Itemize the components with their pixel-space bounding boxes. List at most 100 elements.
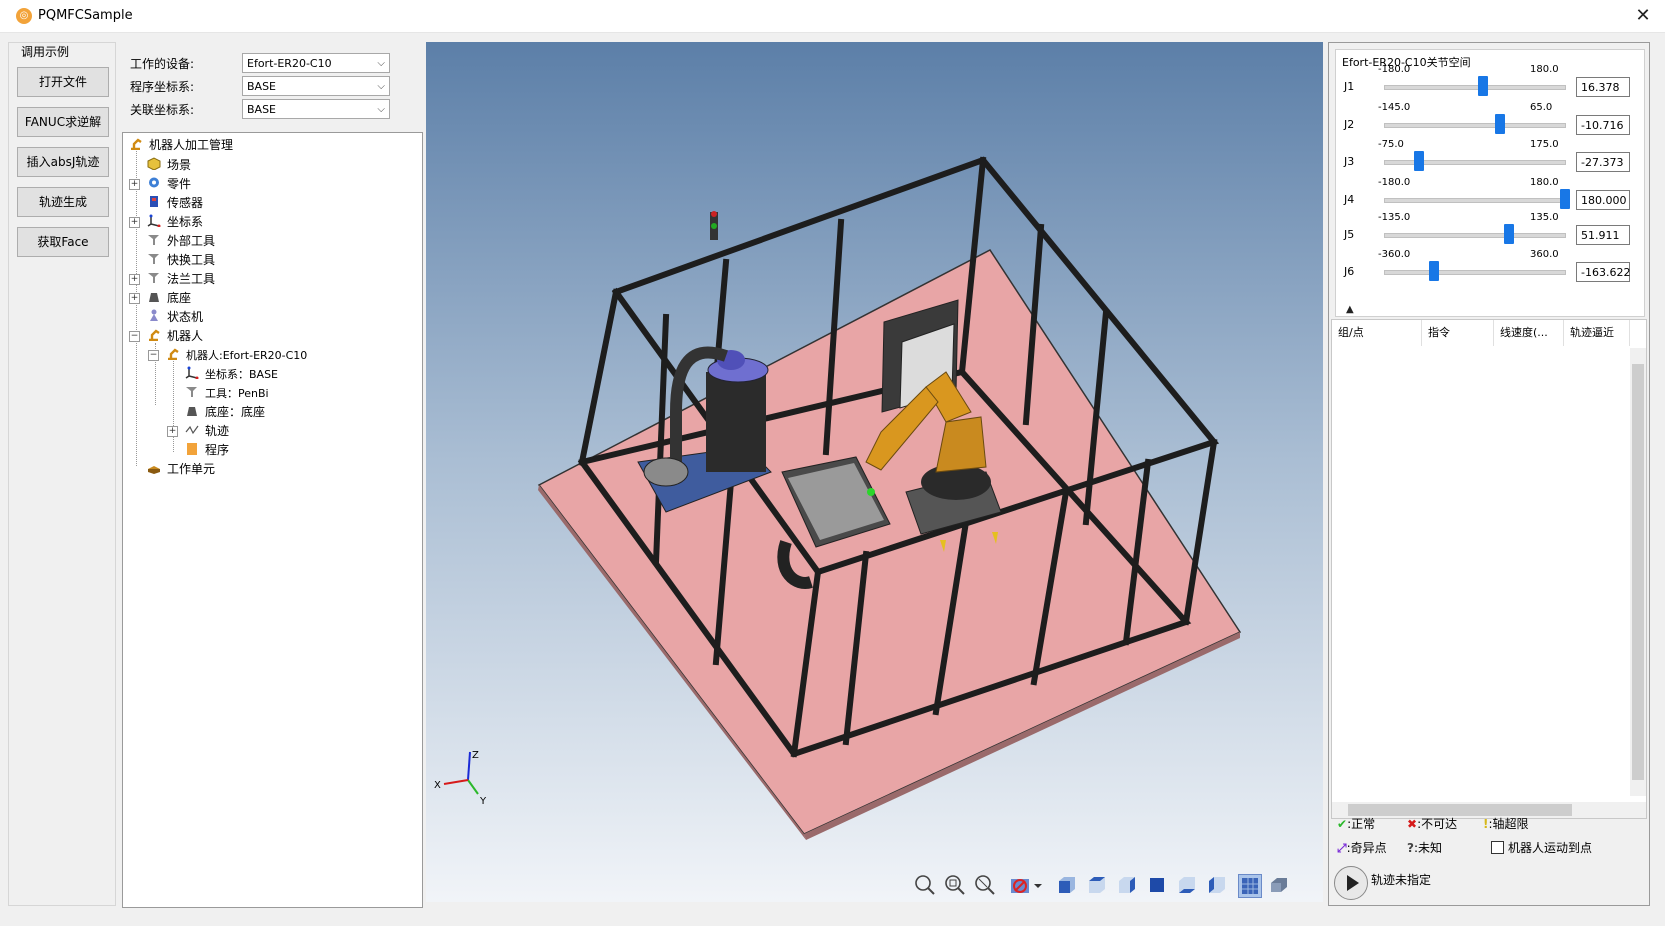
joint-value-input[interactable]: 16.378 xyxy=(1576,77,1630,97)
slider-thumb[interactable] xyxy=(1560,189,1570,209)
tree-item-robot-tool[interactable]: 工具：PenBi xyxy=(185,383,269,403)
joint-min-label: -135.0 xyxy=(1378,212,1411,223)
program-frame-select[interactable]: BASE ⌵ xyxy=(242,76,390,96)
tree-item-label: 法兰工具 xyxy=(167,272,216,286)
right-panel: Efort-ER20-C10关节空间 -180.0 180.0 J1 16.378 -1… xyxy=(1328,42,1650,906)
tree-item-sensor[interactable]: 传感器 xyxy=(147,193,203,213)
open-file-button[interactable]: 打开文件 xyxy=(17,67,109,97)
tree-item-path[interactable]: + 轨迹 xyxy=(167,421,229,441)
tree-item-external-tool[interactable]: 外部工具 xyxy=(147,231,215,251)
play-icon[interactable] xyxy=(1334,866,1368,900)
tree-item-robot-efort[interactable]: − 机器人:Efort-ER20-C10 xyxy=(148,345,307,365)
fence-post xyxy=(578,288,620,466)
tree-item-parts[interactable]: + 零件 xyxy=(129,174,191,194)
close-button[interactable]: ✕ xyxy=(1631,4,1655,28)
tool-icon xyxy=(147,232,161,245)
tree-item-frames[interactable]: + 坐标系 xyxy=(129,212,203,232)
get-face-button[interactable]: 获取Face xyxy=(17,227,109,257)
program-table[interactable]: 组/点 指令 线速度(... 轨迹逼近 xyxy=(1331,319,1647,819)
collapse-toggle-icon[interactable]: − xyxy=(129,331,140,342)
robot-tree-view[interactable]: 机器人加工管理 场景 + 零件 传感器 + 坐标系 外部工具 快换工具 + 法兰… xyxy=(122,132,423,908)
joint-min-label: -360.0 xyxy=(1378,249,1411,260)
zoom-window-icon[interactable] xyxy=(974,874,996,896)
joint-slider[interactable] xyxy=(1384,189,1570,209)
chevron-down-icon: ⌵ xyxy=(377,81,385,92)
joint-slider[interactable] xyxy=(1384,76,1566,96)
column-header-command[interactable]: 指令 xyxy=(1422,320,1494,346)
expand-toggle-icon[interactable]: + xyxy=(167,426,178,437)
tree-item-quick-change-tool[interactable]: 快换工具 xyxy=(147,250,215,270)
joint-value-input[interactable]: 51.911 xyxy=(1576,225,1630,245)
slider-thumb[interactable] xyxy=(1495,114,1506,134)
tree-item-robot-base[interactable]: 底座：底座 xyxy=(185,402,265,422)
generate-path-button[interactable]: 轨迹生成 xyxy=(17,187,109,217)
view-grid-icon[interactable] xyxy=(1238,874,1262,898)
sensor-icon xyxy=(147,194,161,207)
joint-slider[interactable] xyxy=(1384,151,1566,171)
collapse-up-icon[interactable]: ▲ xyxy=(1346,304,1362,318)
tree-item-robot-frame[interactable]: 坐标系：BASE xyxy=(185,364,278,384)
3d-viewport[interactable]: Z Y X xyxy=(426,42,1323,902)
joint-slider[interactable] xyxy=(1384,114,1566,134)
linked-frame-select[interactable]: BASE ⌵ xyxy=(242,99,390,119)
tree-item-scene[interactable]: 场景 xyxy=(147,155,191,175)
scrollbar-thumb[interactable] xyxy=(1348,804,1572,816)
tree-item-flange-tool[interactable]: + 法兰工具 xyxy=(129,269,216,289)
zoom-fit-icon[interactable] xyxy=(944,874,966,896)
view-right-icon[interactable] xyxy=(1116,874,1138,896)
insert-absj-button[interactable]: 插入absJ轨迹 xyxy=(17,147,109,177)
fanuc-inverse-button[interactable]: FANUC求逆解 xyxy=(17,107,109,137)
app-window: ◎ PQMFCSample ✕ 调用示例 打开文件 FANUC求逆解 插入abs… xyxy=(0,0,1665,926)
checkbox-icon[interactable] xyxy=(1491,841,1504,854)
joint-max-label: 65.0 xyxy=(1530,102,1553,113)
robot-move-label: 机器人运动到点 xyxy=(1508,841,1593,855)
tree-item-label: 场景 xyxy=(167,158,192,172)
tree-item-base[interactable]: + 底座 xyxy=(129,288,191,308)
column-header-speed[interactable]: 线速度(... xyxy=(1494,320,1564,346)
joint-slider[interactable] xyxy=(1384,261,1566,281)
expand-toggle-icon[interactable]: + xyxy=(129,274,140,285)
table-vertical-scrollbar[interactable] xyxy=(1630,348,1646,796)
column-header-approach[interactable]: 轨迹逼近 xyxy=(1564,320,1630,346)
expand-toggle-icon[interactable]: + xyxy=(129,217,140,228)
tree-item-workcell[interactable]: 工作单元 xyxy=(147,459,215,479)
robot-tcp xyxy=(867,488,875,496)
tree-item-root[interactable]: 机器人加工管理 xyxy=(129,135,233,155)
cross-icon: ✖ xyxy=(1407,817,1418,831)
view-front-icon[interactable] xyxy=(1056,874,1078,896)
collapse-toggle-icon[interactable]: − xyxy=(148,350,159,361)
tree-item-program[interactable]: 程序 xyxy=(185,440,229,460)
base-icon xyxy=(185,403,199,416)
joint-value-input[interactable]: -27.373 xyxy=(1576,152,1630,172)
joint-name-label: J1 xyxy=(1344,80,1355,93)
view-left-icon[interactable] xyxy=(1206,874,1228,896)
expand-toggle-icon[interactable]: + xyxy=(129,179,140,190)
joint-name-label: J6 xyxy=(1344,265,1355,278)
zoom-in-icon[interactable] xyxy=(914,874,936,896)
joint-value-input[interactable]: -163.622 xyxy=(1576,262,1630,282)
view-back-icon[interactable] xyxy=(1146,874,1168,896)
joint-value-input[interactable]: -10.716 xyxy=(1576,115,1630,135)
tree-connector xyxy=(136,151,137,466)
joint-value-input[interactable]: 180.000 xyxy=(1576,190,1630,210)
joint-max-label: 175.0 xyxy=(1530,139,1559,150)
slider-thumb[interactable] xyxy=(1478,76,1489,96)
scrollbar-thumb[interactable] xyxy=(1632,364,1644,780)
slider-thumb[interactable] xyxy=(1504,224,1515,244)
column-header-group[interactable]: 组/点 xyxy=(1332,320,1422,346)
joint-min-label: -180.0 xyxy=(1378,177,1411,188)
expand-toggle-icon[interactable]: + xyxy=(129,293,140,304)
view-top-icon[interactable] xyxy=(1086,874,1108,896)
joint-slider[interactable] xyxy=(1384,224,1566,244)
tree-item-state-machine[interactable]: 状态机 xyxy=(147,307,203,327)
tree-item-robots[interactable]: − 机器人 xyxy=(129,326,203,346)
slider-thumb[interactable] xyxy=(1428,261,1439,281)
device-select[interactable]: Efort-ER20-C10 ⌵ xyxy=(242,53,390,73)
view-iso-icon[interactable] xyxy=(1268,874,1290,896)
tree-item-label: 传感器 xyxy=(167,196,204,210)
display-mode-icon[interactable] xyxy=(1010,874,1044,896)
robot-move-checkbox[interactable]: 机器人运动到点 xyxy=(1491,839,1592,856)
view-bottom-icon[interactable] xyxy=(1176,874,1198,896)
tree-item-label: 机器人加工管理 xyxy=(149,138,234,152)
slider-thumb[interactable] xyxy=(1414,151,1425,171)
